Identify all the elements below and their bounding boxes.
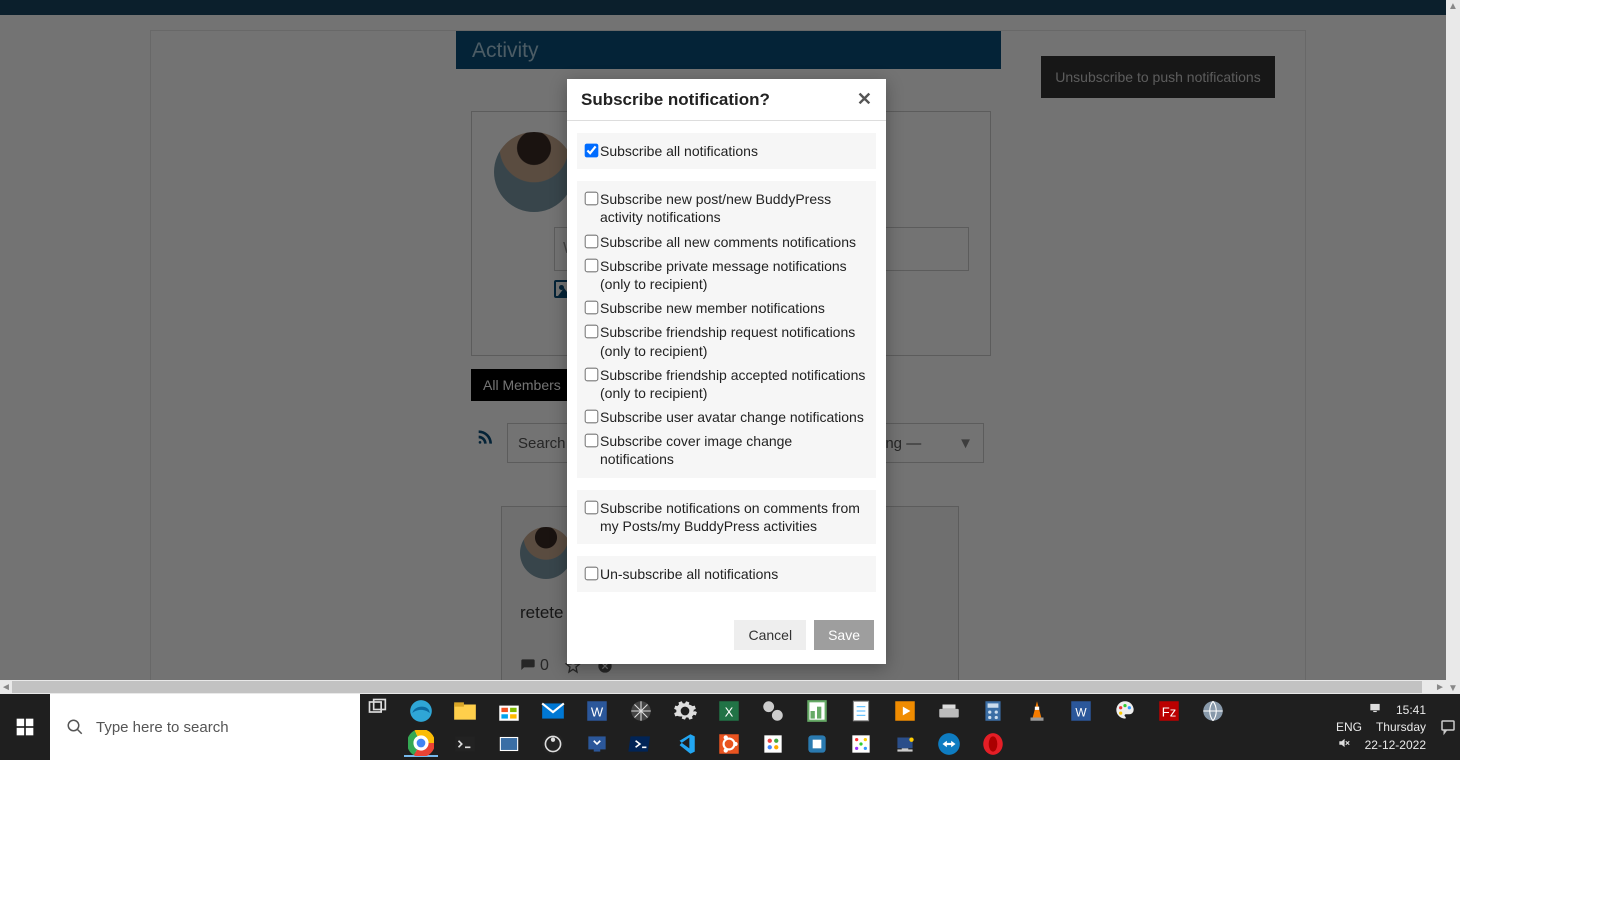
save-button[interactable]: Save bbox=[814, 620, 874, 650]
scroll-up-arrow-icon[interactable]: ▲ bbox=[1446, 0, 1460, 12]
taskbar-apps: W X W Fz bbox=[394, 694, 1261, 760]
task-view-button[interactable] bbox=[360, 694, 394, 720]
file-explorer-icon[interactable] bbox=[448, 698, 482, 724]
modal-title: Subscribe notification? bbox=[581, 90, 770, 110]
checkbox-new-post[interactable] bbox=[585, 192, 599, 206]
action-center-icon[interactable] bbox=[1436, 694, 1460, 760]
label-avatar-change: Subscribe user avatar change notificatio… bbox=[600, 408, 864, 426]
scanner-icon[interactable] bbox=[932, 698, 966, 724]
checkbox-subscribe-all[interactable] bbox=[585, 144, 599, 158]
cancel-button[interactable]: Cancel bbox=[734, 620, 806, 650]
svg-text:W: W bbox=[1075, 705, 1087, 719]
label-private-message: Subscribe private message notifications … bbox=[600, 257, 868, 293]
modal-body: Subscribe all notifications Subscribe ne… bbox=[567, 121, 886, 610]
start-button[interactable] bbox=[0, 694, 50, 760]
anydesk-icon[interactable] bbox=[580, 731, 614, 757]
ubuntu-icon[interactable] bbox=[712, 731, 746, 757]
windows-taskbar: Type here to search W X W Fz bbox=[0, 694, 1460, 760]
teamviewer-icon[interactable] bbox=[932, 731, 966, 757]
powershell-icon[interactable] bbox=[624, 731, 658, 757]
label-subscribe-all: Subscribe all notifications bbox=[600, 142, 758, 160]
label-friend-request: Subscribe friendship request notificatio… bbox=[600, 323, 868, 359]
tray-time: 15:41 bbox=[1396, 703, 1426, 717]
app-icon[interactable] bbox=[624, 698, 658, 724]
label-my-comments: Subscribe notifications on comments from… bbox=[600, 499, 868, 535]
msword-icon[interactable]: W bbox=[1064, 698, 1098, 724]
label-all-comments: Subscribe all new comments notifications bbox=[600, 233, 856, 251]
microsoft-store-icon[interactable] bbox=[492, 698, 526, 724]
checkbox-private-message[interactable] bbox=[585, 258, 599, 272]
tray-date: 22-12-2022 bbox=[1365, 738, 1426, 752]
tray-day: Thursday bbox=[1376, 720, 1426, 734]
chrome-icon[interactable] bbox=[404, 731, 438, 757]
terminal-icon[interactable] bbox=[448, 731, 482, 757]
modal-footer: Cancel Save bbox=[567, 610, 886, 664]
services-icon[interactable] bbox=[756, 698, 790, 724]
horizontal-scrollbar[interactable]: ◄ ► bbox=[0, 680, 1446, 694]
label-unsubscribe-all: Un-subscribe all notifications bbox=[600, 565, 778, 583]
checkbox-avatar-change[interactable] bbox=[585, 410, 599, 424]
scroll-right-arrow-icon[interactable]: ► bbox=[1434, 680, 1446, 694]
notepad-icon[interactable] bbox=[844, 698, 878, 724]
tray-lang[interactable]: ENG bbox=[1336, 720, 1362, 734]
checkbox-friend-request[interactable] bbox=[585, 325, 599, 339]
edge-icon[interactable] bbox=[404, 698, 438, 724]
vlc-icon[interactable] bbox=[1020, 698, 1054, 724]
scroll-left-arrow-icon[interactable]: ◄ bbox=[0, 680, 12, 694]
checkbox-friend-accepted[interactable] bbox=[585, 367, 599, 381]
word-icon[interactable]: W bbox=[580, 698, 614, 724]
mail-icon[interactable] bbox=[536, 698, 570, 724]
network-icon[interactable] bbox=[1368, 701, 1382, 718]
settings-icon[interactable] bbox=[668, 698, 702, 724]
label-new-post: Subscribe new post/new BuddyPress activi… bbox=[600, 190, 868, 226]
taskbar-search[interactable]: Type here to search bbox=[50, 694, 360, 760]
vertical-scrollbar[interactable]: ▲ ▼ bbox=[1446, 0, 1460, 694]
volume-mute-icon[interactable] bbox=[1337, 736, 1351, 753]
app3-icon[interactable] bbox=[800, 731, 834, 757]
libreoffice-calc-icon[interactable] bbox=[800, 698, 834, 724]
scroll-down-arrow-icon[interactable]: ▼ bbox=[1446, 682, 1460, 694]
system-tray[interactable]: 15:41 ENG Thursday 22-12-2022 bbox=[1261, 694, 1436, 760]
media-player-icon[interactable] bbox=[888, 698, 922, 724]
checkbox-my-comments[interactable] bbox=[585, 500, 599, 514]
search-icon bbox=[66, 718, 84, 736]
svg-text:X: X bbox=[725, 704, 734, 719]
vscode-icon[interactable] bbox=[668, 731, 702, 757]
subscribe-modal: Subscribe notification? ✕ Subscribe all … bbox=[567, 79, 886, 664]
putty-icon[interactable] bbox=[888, 731, 922, 757]
calculator-icon[interactable] bbox=[976, 698, 1010, 724]
app4-icon[interactable] bbox=[844, 731, 878, 757]
obs-icon[interactable] bbox=[536, 731, 570, 757]
globe-icon[interactable] bbox=[1196, 698, 1230, 724]
app2-icon[interactable] bbox=[756, 731, 790, 757]
svg-text:W: W bbox=[591, 704, 604, 719]
excel-icon[interactable]: X bbox=[712, 698, 746, 724]
checkbox-cover-change[interactable] bbox=[585, 434, 599, 448]
checkbox-new-member[interactable] bbox=[585, 301, 599, 315]
label-friend-accepted: Subscribe friendship accepted notificati… bbox=[600, 366, 868, 402]
opera-icon[interactable] bbox=[976, 731, 1010, 757]
search-placeholder: Type here to search bbox=[96, 719, 229, 736]
scrollbar-thumb[interactable] bbox=[12, 681, 1422, 693]
close-icon[interactable]: ✕ bbox=[857, 89, 872, 110]
label-new-member: Subscribe new member notifications bbox=[600, 299, 825, 317]
paint-icon[interactable] bbox=[1108, 698, 1142, 724]
label-cover-change: Subscribe cover image change notificatio… bbox=[600, 432, 868, 468]
checkbox-all-comments[interactable] bbox=[585, 234, 599, 248]
filezilla-icon[interactable]: Fz bbox=[1152, 698, 1186, 724]
checkbox-unsubscribe-all[interactable] bbox=[585, 567, 599, 581]
svg-text:Fz: Fz bbox=[1162, 704, 1176, 719]
modal-header: Subscribe notification? ✕ bbox=[567, 79, 886, 121]
window-icon[interactable] bbox=[492, 731, 526, 757]
